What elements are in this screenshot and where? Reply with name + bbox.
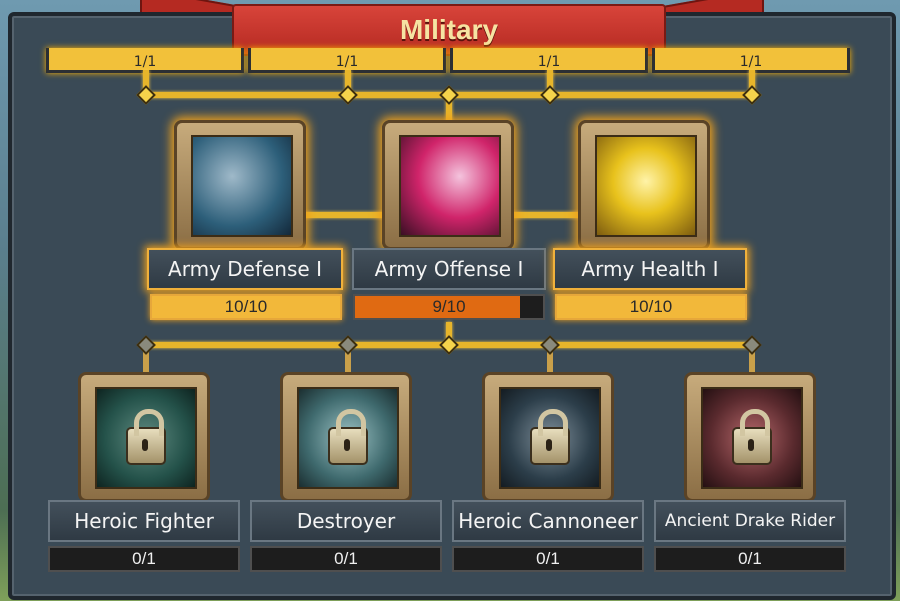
skill-name: Ancient Drake Rider — [664, 511, 836, 531]
lock-icon — [732, 409, 772, 465]
skill-label-heroic-fighter[interactable]: Heroic Fighter — [48, 500, 240, 542]
progress-text: 9/10 — [432, 297, 466, 316]
skill-progress-bar: 0/1 — [250, 546, 442, 572]
skill-name: Destroyer — [296, 509, 396, 533]
lock-icon — [530, 409, 570, 465]
skill-progress-bar: 0/1 — [452, 546, 644, 572]
skill-name: Army Health I — [581, 257, 719, 281]
dark-slasher-icon — [399, 135, 501, 237]
progress-text: 0/1 — [132, 549, 156, 568]
golem-warrior-icon — [595, 135, 697, 237]
skill-name: Heroic Fighter — [74, 509, 214, 533]
skill-label-army-defense[interactable]: Army Defense I — [147, 248, 343, 290]
skill-label-heroic-cannoneer[interactable]: Heroic Cannoneer — [452, 500, 644, 542]
skill-army-offense[interactable] — [382, 120, 514, 250]
skill-label-destroyer[interactable]: Destroyer — [250, 500, 442, 542]
skill-progress-bar: 10/10 — [150, 294, 342, 320]
top-skill-4-progress-text: 1/1 — [739, 54, 763, 70]
progress-text: 10/10 — [629, 297, 673, 316]
skill-army-health[interactable] — [578, 120, 710, 250]
skill-label-ancient-drake-rider[interactable]: Ancient Drake Rider — [654, 500, 846, 542]
top-skill-2-progress-text: 1/1 — [335, 54, 359, 70]
skill-heroic-fighter[interactable] — [78, 372, 210, 502]
top-skill-1-progress-text: 1/1 — [133, 54, 157, 70]
skill-name: Heroic Cannoneer — [458, 509, 638, 533]
armored-knights-icon — [191, 135, 293, 237]
skill-name: Army Offense I — [374, 257, 524, 281]
skill-army-defense[interactable] — [174, 120, 306, 250]
skill-progress-bar: 0/1 — [654, 546, 846, 572]
progress-text: 0/1 — [334, 549, 358, 568]
progress-text: 10/10 — [224, 297, 268, 316]
progress-text: 0/1 — [536, 549, 560, 568]
skill-destroyer[interactable] — [280, 372, 412, 502]
skill-heroic-cannoneer[interactable] — [482, 372, 614, 502]
lock-icon — [126, 409, 166, 465]
skill-progress-bar: 0/1 — [48, 546, 240, 572]
skill-progress-bar: 10/10 — [555, 294, 747, 320]
skill-name: Army Defense I — [168, 257, 322, 281]
progress-text: 0/1 — [738, 549, 762, 568]
skill-progress-bar: 9/10 — [353, 294, 545, 320]
skill-label-army-offense[interactable]: Army Offense I — [352, 248, 546, 290]
top-skill-3-progress-text: 1/1 — [537, 54, 561, 70]
lock-icon — [328, 409, 368, 465]
skill-ancient-drake-rider[interactable] — [684, 372, 816, 502]
page-title: Military — [399, 14, 499, 45]
skill-label-army-health[interactable]: Army Health I — [553, 248, 747, 290]
